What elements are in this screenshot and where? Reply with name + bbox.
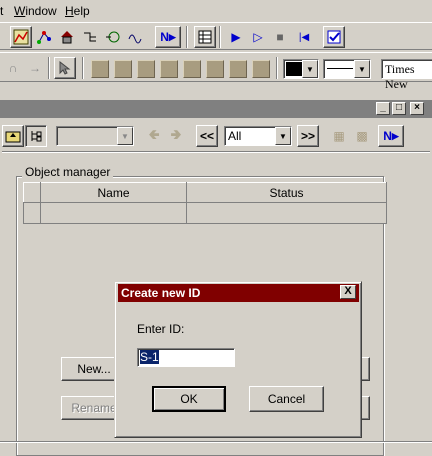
graph-icon[interactable]: [33, 26, 55, 48]
table-row[interactable]: [23, 202, 387, 224]
status-divider: [0, 441, 432, 443]
filter-select[interactable]: All ▼: [224, 126, 292, 146]
chart-icon[interactable]: [10, 26, 32, 48]
house-icon[interactable]: [56, 26, 78, 48]
node-icon[interactable]: [102, 26, 124, 48]
divider: [2, 151, 430, 153]
toolbar-separator: [219, 26, 221, 48]
menu-bar: t Window Help: [0, 0, 432, 22]
toolbar-separator: [276, 57, 278, 79]
line-style-picker[interactable]: ▼: [323, 59, 371, 79]
nav-back-button[interactable]: <<: [196, 125, 218, 147]
main-toolbar: N ▶ ▶ ▷ ■ |◀: [0, 22, 432, 50]
split-icon[interactable]: [79, 26, 101, 48]
table-icon[interactable]: [194, 26, 216, 48]
arrow-right-icon[interactable]: 🢂: [165, 125, 187, 147]
play-icon[interactable]: ▶: [225, 26, 247, 48]
object-type-select[interactable]: ▼: [56, 126, 134, 146]
color-swatch: [286, 62, 302, 76]
shape-tool-icon[interactable]: [206, 60, 224, 78]
arrow-right-icon[interactable]: →: [24, 57, 46, 79]
column-header-status[interactable]: Status: [186, 182, 387, 203]
folder-up-icon[interactable]: [2, 125, 24, 147]
stop-icon[interactable]: ■: [269, 26, 291, 48]
shape-tool-icon[interactable]: [91, 60, 109, 78]
chevron-down-icon[interactable]: ▼: [302, 60, 318, 78]
chevron-down-icon[interactable]: ▼: [354, 60, 370, 78]
shape-tool-icon[interactable]: [252, 60, 270, 78]
object-table[interactable]: Name Status: [23, 182, 387, 224]
toolbar-separator: [48, 57, 50, 79]
pointer-icon[interactable]: [54, 57, 76, 79]
row-selector-header: [23, 182, 41, 203]
cancel-button[interactable]: Cancel: [249, 386, 324, 412]
arch-icon[interactable]: ∩: [2, 57, 24, 79]
dialog-title: Create new ID: [118, 284, 359, 302]
column-header-name[interactable]: Name: [40, 182, 187, 203]
table-header-row: Name Status: [23, 182, 387, 203]
name-cell[interactable]: [40, 202, 187, 224]
chevron-down-icon[interactable]: ▼: [275, 127, 291, 145]
shape-tool-icon[interactable]: [137, 60, 155, 78]
font-select[interactable]: Times New: [381, 59, 432, 91]
minimize-icon[interactable]: _: [376, 102, 390, 115]
n-next-icon[interactable]: N ▶: [155, 26, 181, 48]
inner-window-bar: [0, 100, 432, 118]
shape-tool-icon[interactable]: [114, 60, 132, 78]
status-cell[interactable]: [186, 202, 387, 224]
ok-button[interactable]: OK: [152, 386, 226, 412]
grid-icon[interactable]: ▦: [328, 125, 350, 147]
step-icon[interactable]: ▷: [247, 26, 269, 48]
menu-help[interactable]: Help: [65, 4, 90, 18]
id-input[interactable]: S-1: [137, 348, 235, 367]
color-picker[interactable]: ▼: [283, 59, 319, 79]
enter-id-label: Enter ID:: [137, 322, 185, 336]
maximize-icon[interactable]: □: [392, 102, 406, 115]
group-icon[interactable]: ▩: [351, 125, 373, 147]
close-icon[interactable]: X: [340, 285, 356, 299]
format-toolbar: ∩ → ▼ ▼ Times New: [0, 52, 432, 91]
toolbar-separator: [82, 57, 84, 79]
rewind-icon[interactable]: |◀: [293, 26, 315, 48]
n-next-icon[interactable]: N ▶: [378, 125, 404, 147]
nav-forward-button[interactable]: >>: [297, 125, 319, 147]
menu-window[interactable]: Window: [14, 4, 57, 18]
row-selector[interactable]: [23, 202, 41, 224]
checklist-icon[interactable]: [323, 26, 345, 48]
line-sample: [327, 68, 353, 69]
shape-tool-icon[interactable]: [229, 60, 247, 78]
id-input-value: S-1: [140, 350, 159, 364]
shape-tool-icon[interactable]: [183, 60, 201, 78]
object-manager-title: Object manager: [22, 165, 114, 179]
menu-item-partial[interactable]: t: [0, 4, 3, 18]
panel-toolbar: ▼ 🢀 🢂 << All ▼ >> ▦ ▩ N ▶: [0, 119, 432, 149]
arrow-left-icon[interactable]: 🢀: [143, 125, 165, 147]
tree-view-icon[interactable]: [25, 125, 47, 147]
shape-tool-icon[interactable]: [160, 60, 178, 78]
toolbar-separator: [186, 26, 188, 48]
chevron-down-icon[interactable]: ▼: [117, 127, 133, 145]
wave-icon[interactable]: [125, 26, 147, 48]
close-icon[interactable]: ×: [410, 102, 424, 115]
